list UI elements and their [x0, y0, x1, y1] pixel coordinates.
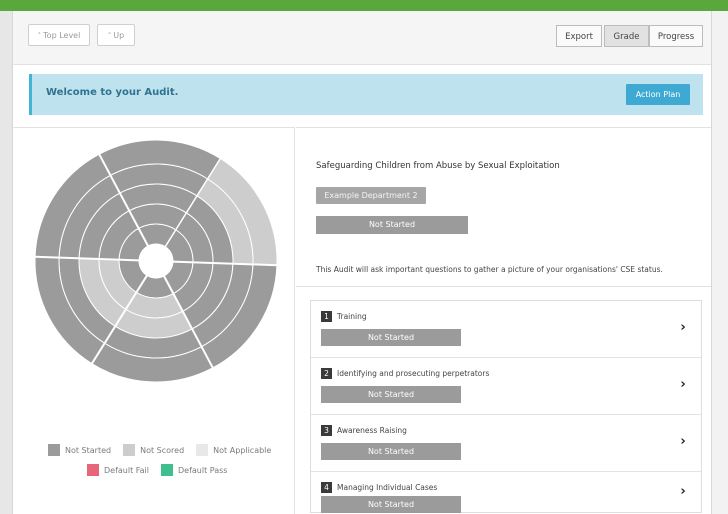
section-number: 1 [321, 311, 332, 322]
grade-chart-pane: Not Started Not Scored Not Applicable De… [13, 127, 295, 514]
section-status-badge: Not Started [321, 329, 461, 346]
legend-not-applicable: Not Applicable [213, 445, 272, 455]
default-pass-swatch [161, 464, 173, 476]
export-button[interactable]: Export [556, 25, 602, 47]
up-chevron-icon: ˄ [107, 32, 112, 40]
chevron-right-icon[interactable]: › [675, 482, 691, 502]
chevron-right-icon[interactable]: › [675, 318, 691, 338]
audit-details-pane: Safeguarding Children from Abuse by Sexu… [296, 127, 711, 514]
toolbar: ˄ Top Level ˄ Up Export Grade Progress [13, 11, 711, 65]
top-level-label: Top Level [43, 31, 81, 40]
section-status-badge: Not Started [321, 443, 461, 460]
section-number: 2 [321, 368, 332, 379]
section-item-identifying[interactable]: 2 Identifying and prosecuting perpetrato… [311, 358, 701, 415]
up-button[interactable]: ˄ Up [97, 24, 135, 46]
default-fail-swatch [87, 464, 99, 476]
action-plan-button[interactable]: Action Plan [626, 84, 690, 105]
legend-default-fail: Default Fail [104, 465, 149, 475]
section-name: Identifying and prosecuting perpetrators [337, 369, 490, 378]
legend-row-1: Not Started Not Scored Not Applicable [48, 444, 271, 456]
section-status-badge: Not Started [321, 496, 461, 513]
chevron-right-icon[interactable]: › [675, 375, 691, 395]
up-label: Up [113, 31, 125, 40]
top-level-button[interactable]: ˄ Top Level [28, 24, 90, 46]
legend-row-2: Default Fail Default Pass [87, 464, 227, 476]
chevron-right-icon[interactable]: › [675, 432, 691, 452]
up-double-chevron-icon: ˄ [37, 32, 42, 40]
welcome-text: Welcome to your Audit. [46, 87, 179, 98]
grade-button[interactable]: Grade [604, 25, 649, 47]
section-item-awareness[interactable]: 3 Awareness Raising Not Started › [311, 415, 701, 472]
not-scored-swatch [123, 444, 136, 456]
audit-card: ˄ Top Level ˄ Up Export Grade Progress Wel… [12, 11, 712, 514]
wheel-center [139, 244, 173, 278]
legend-not-started: Not Started [65, 445, 112, 455]
progress-button[interactable]: Progress [649, 25, 703, 47]
right-gutter [712, 11, 728, 514]
legend-default-pass: Default Pass [178, 465, 228, 475]
not-started-swatch [48, 444, 60, 456]
section-name: Training [337, 312, 367, 321]
audit-title: Safeguarding Children from Abuse by Sexu… [316, 161, 560, 171]
section-name: Managing Individual Cases [337, 483, 438, 492]
section-number: 3 [321, 425, 332, 436]
section-status-badge: Not Started [321, 386, 461, 403]
department-badge: Example Department 2 [316, 187, 426, 204]
section-list: 1 Training Not Started › 2 Identifying a… [310, 300, 702, 513]
top-accent-bar [0, 0, 728, 11]
section-number: 4 [321, 482, 332, 493]
welcome-banner: Welcome to your Audit. Action Plan [29, 74, 703, 115]
section-item-training[interactable]: 1 Training Not Started › [311, 301, 701, 358]
left-gutter [0, 11, 12, 514]
section-name: Awareness Raising [337, 426, 407, 435]
divider [296, 286, 711, 287]
not-applicable-swatch [196, 444, 209, 456]
legend-not-scored: Not Scored [140, 445, 185, 455]
grade-wheel [34, 139, 278, 383]
section-item-managing[interactable]: 4 Managing Individual Cases Not Started … [311, 472, 701, 513]
audit-description: This Audit will ask important questions … [316, 265, 663, 274]
audit-status-badge: Not Started [316, 216, 468, 234]
